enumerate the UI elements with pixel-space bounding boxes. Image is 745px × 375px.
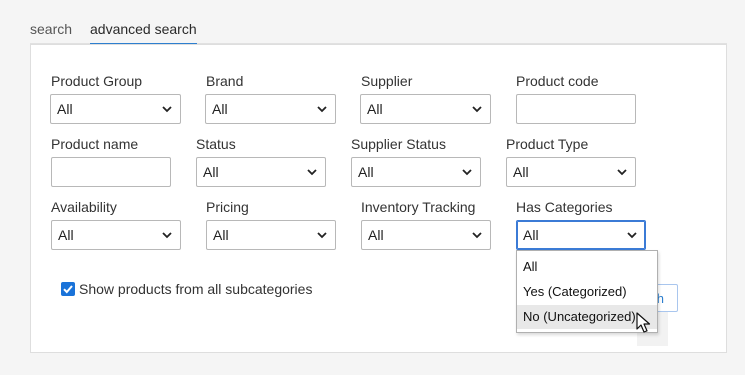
status-select[interactable]: All: [196, 157, 326, 187]
subcategories-label: Show products from all subcategories: [79, 281, 313, 297]
availability-select[interactable]: All: [51, 220, 181, 250]
brand-select[interactable]: All: [205, 94, 336, 124]
has-categories-value: All: [523, 227, 539, 243]
chevron-down-icon: [617, 169, 627, 176]
supplier-label: Supplier: [361, 73, 413, 89]
has-categories-select[interactable]: All: [516, 220, 646, 250]
pricing-label: Pricing: [206, 199, 249, 215]
product-name-input[interactable]: [51, 157, 171, 187]
chevron-down-icon: [317, 232, 327, 239]
status-label: Status: [196, 136, 236, 152]
chevron-down-icon: [472, 106, 482, 113]
inventory-tracking-value: All: [368, 227, 384, 243]
dropdown-option-all[interactable]: All: [517, 255, 657, 279]
chevron-down-icon: [472, 232, 482, 239]
chevron-down-icon: [317, 106, 327, 113]
chevron-down-icon: [627, 232, 637, 239]
brand-label: Brand: [206, 73, 244, 89]
product-group-select[interactable]: All: [50, 94, 181, 124]
tab-search[interactable]: search: [30, 21, 72, 43]
tab-bar: search advanced search: [30, 0, 727, 45]
inventory-tracking-select[interactable]: All: [361, 220, 491, 250]
availability-label: Availability: [51, 199, 117, 215]
product-code-label: Product code: [516, 73, 599, 89]
chevron-down-icon: [162, 232, 172, 239]
supplier-status-select[interactable]: All: [351, 157, 481, 187]
tab-advanced-search[interactable]: advanced search: [90, 21, 197, 45]
mouse-pointer-icon: [636, 312, 651, 333]
chevron-down-icon: [462, 169, 472, 176]
availability-value: All: [58, 227, 74, 243]
chevron-down-icon: [307, 169, 317, 176]
product-code-input[interactable]: [516, 94, 636, 124]
supplier-select[interactable]: All: [360, 94, 491, 124]
checkmark-icon: [63, 285, 73, 294]
dropdown-option-yes-categorized[interactable]: Yes (Categorized): [517, 280, 657, 304]
product-type-label: Product Type: [506, 136, 589, 152]
product-type-select[interactable]: All: [506, 157, 636, 187]
product-group-value: All: [57, 101, 73, 117]
pricing-value: All: [213, 227, 229, 243]
product-type-value: All: [513, 164, 529, 180]
product-name-label: Product name: [51, 136, 139, 152]
supplier-value: All: [367, 101, 383, 117]
chevron-down-icon: [162, 106, 172, 113]
subcategories-checkbox[interactable]: [61, 282, 75, 296]
inventory-tracking-label: Inventory Tracking: [361, 199, 476, 215]
pricing-select[interactable]: All: [206, 220, 336, 250]
product-group-label: Product Group: [51, 73, 143, 89]
has-categories-label: Has Categories: [516, 199, 613, 215]
supplier-status-value: All: [358, 164, 374, 180]
status-value: All: [203, 164, 219, 180]
brand-value: All: [212, 101, 228, 117]
supplier-status-label: Supplier Status: [351, 136, 446, 152]
